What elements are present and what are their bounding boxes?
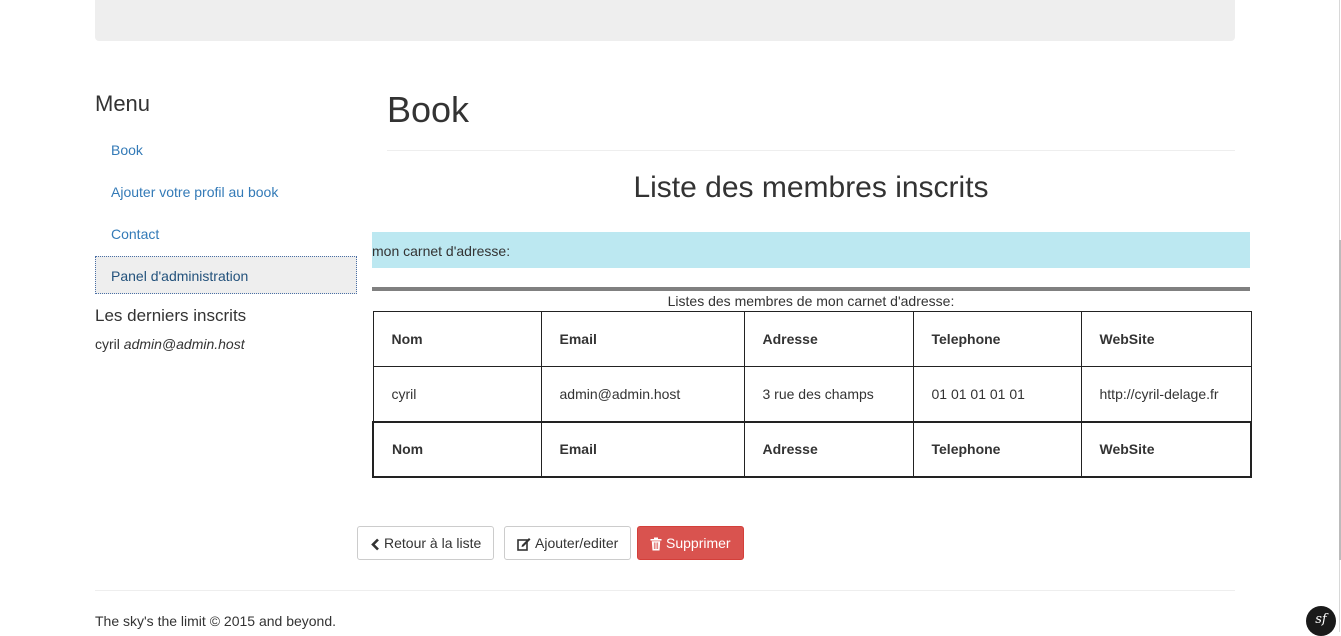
delete-label: Supprimer <box>666 535 731 551</box>
column-header-nom: Nom <box>372 311 542 367</box>
column-header-adresse: Adresse <box>743 311 914 367</box>
footer-divider <box>95 590 1235 591</box>
top-navbar <box>95 0 1235 41</box>
cell-email: admin@admin.host <box>540 366 745 422</box>
add-edit-button[interactable]: Ajouter/editer <box>504 526 632 560</box>
address-book-info-bar: mon carnet d'adresse: <box>372 232 1250 268</box>
footer-header-nom: Nom <box>372 420 542 478</box>
latest-member-name: cyril <box>95 336 120 352</box>
delete-button[interactable]: Supprimer <box>637 526 744 560</box>
column-header-email: Email <box>540 311 745 367</box>
trash-icon <box>650 537 662 551</box>
cell-nom: cyril <box>372 366 542 422</box>
add-edit-label: Ajouter/editer <box>535 535 619 551</box>
table-header-row: Nom Email Adresse Telephone WebSite <box>372 311 1252 367</box>
table-row: cyril admin@admin.host 3 rue des champs … <box>372 366 1252 422</box>
table-caption: Listes des membres de mon carnet d'adres… <box>667 293 955 309</box>
address-book-info-text: mon carnet d'adresse: <box>372 243 511 259</box>
latest-member-email: admin@admin.host <box>123 336 245 352</box>
page-title: Book <box>387 89 470 130</box>
table-footer-row: Nom Email Adresse Telephone WebSite <box>372 420 1252 478</box>
members-list-heading: Liste des membres inscrits <box>633 171 989 204</box>
footer-header-adresse: Adresse <box>743 420 914 478</box>
chevron-left-icon <box>370 538 380 551</box>
menu-title: Menu <box>95 91 151 116</box>
sidebar: Menu Book Ajouter votre profil au book C… <box>95 88 357 352</box>
footer-header-telephone: Telephone <box>912 420 1082 478</box>
footer-header-website: WebSite <box>1080 420 1252 478</box>
members-table: Nom Email Adresse Telephone WebSite cyri… <box>372 311 1252 478</box>
back-to-list-button[interactable]: Retour à la liste <box>357 526 495 560</box>
column-header-telephone: Telephone <box>912 311 1082 367</box>
table-top-rule <box>372 287 1250 291</box>
cell-adresse: 3 rue des champs <box>743 366 914 422</box>
sidebar-nav: Book Ajouter votre profil au book Contac… <box>95 130 357 294</box>
cell-telephone: 01 01 01 01 01 <box>912 366 1082 422</box>
latest-member-entry: cyril admin@admin.host <box>95 336 357 352</box>
edit-icon <box>517 537 531 552</box>
footer-text: The sky's the limit © 2015 and beyond. <box>95 613 337 629</box>
sidebar-item-book[interactable]: Book <box>95 130 357 168</box>
sidebar-item-admin-panel[interactable]: Panel d'administration <box>95 256 357 294</box>
sidebar-item-contact[interactable]: Contact <box>95 214 357 252</box>
title-divider <box>387 150 1235 151</box>
footer-header-email: Email <box>540 420 745 478</box>
latest-members-title: Les derniers inscrits <box>95 306 247 325</box>
column-header-website: WebSite <box>1080 311 1252 367</box>
cell-website: http://cyril-delage.fr <box>1080 366 1252 422</box>
back-to-list-label: Retour à la liste <box>384 535 482 551</box>
sidebar-item-add-profile[interactable]: Ajouter votre profil au book <box>95 172 357 210</box>
